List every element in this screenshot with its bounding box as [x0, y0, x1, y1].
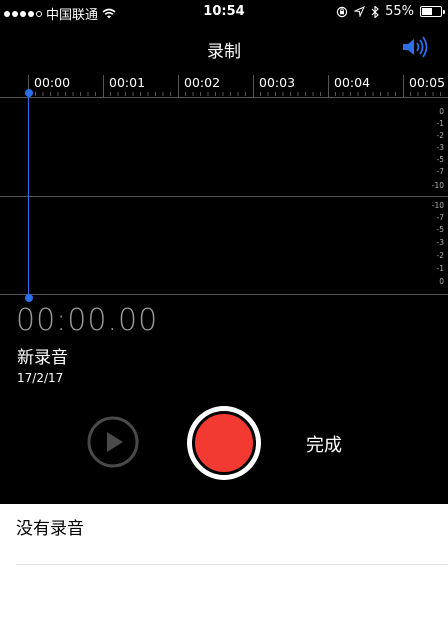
done-button[interactable]: 完成 — [306, 431, 342, 457]
bluetooth-icon — [371, 5, 379, 18]
list-separator — [16, 564, 448, 565]
db-label: -1 — [436, 264, 444, 273]
divider — [0, 97, 448, 98]
rotation-lock-icon — [336, 6, 348, 17]
db-label: -5 — [436, 155, 444, 164]
divider — [0, 294, 448, 295]
db-label: -10 — [431, 201, 444, 210]
db-label: -3 — [436, 143, 444, 152]
db-label: -2 — [436, 131, 444, 140]
db-label: -5 — [436, 225, 444, 234]
playhead-bottom-handle[interactable] — [25, 294, 33, 302]
battery-percent: 55% — [385, 4, 414, 19]
db-label: -3 — [436, 238, 444, 247]
status-bar: 中国联通 10:54 55% — [0, 0, 448, 24]
db-label: -10 — [431, 181, 444, 190]
timeline-ticks — [35, 92, 441, 96]
elapsed-time: 00:00.00 — [16, 303, 159, 338]
empty-list-message: 没有录音 — [16, 519, 84, 539]
recordings-list: 没有录音 — [0, 504, 448, 625]
page-title: 录制 — [207, 42, 241, 62]
record-icon — [192, 411, 256, 475]
db-label: -7 — [436, 167, 444, 176]
db-label: -2 — [436, 251, 444, 260]
play-icon[interactable] — [87, 416, 139, 468]
divider — [0, 196, 448, 197]
battery-icon — [420, 6, 445, 17]
speaker-icon[interactable] — [402, 35, 430, 59]
db-label: -1 — [436, 119, 444, 128]
timeline-ruler[interactable]: 00:00 00:01 00:02 00:03 00:04 00:05 — [0, 72, 448, 98]
db-label: -7 — [436, 213, 444, 222]
db-label: 0 — [439, 107, 444, 116]
db-label: 0 — [439, 277, 444, 286]
waveform-area[interactable]: 0 -1 -2 -3 -5 -7 -10 -10 -7 -5 -3 -2 -1 … — [0, 97, 448, 295]
playhead-top-handle[interactable] — [25, 89, 33, 97]
record-button[interactable] — [187, 406, 261, 480]
recording-name[interactable]: 新录音 — [17, 343, 68, 368]
recording-date: 17/2/17 — [17, 371, 64, 385]
location-icon — [354, 6, 366, 17]
playhead-line[interactable] — [28, 92, 29, 298]
